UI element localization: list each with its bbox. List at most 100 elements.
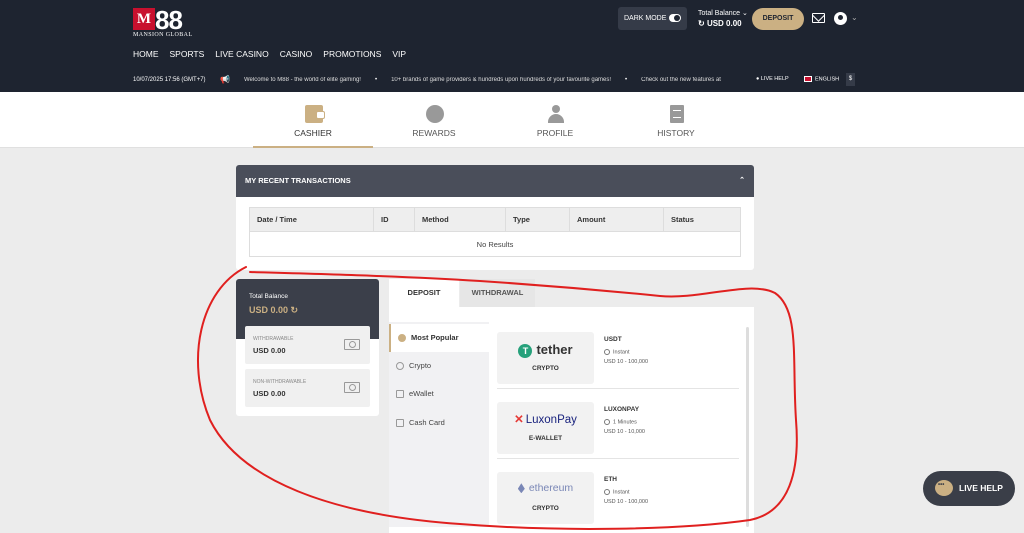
header-balance-value: ↻ USD 0.00 [698,19,742,28]
tab-label: REWARDS [412,128,456,138]
ticker-message: Check out the new features at [641,77,721,83]
total-balance-value: USD 0.00 ↻ [249,305,299,315]
transactions-table: Date / Time ID Method Type Amount Status… [249,207,741,257]
header-live-help-link[interactable]: ● LIVE HELP [756,76,789,82]
tab-label: CASHIER [294,128,332,138]
deposit-panel: Most Popular Crypto eWallet Cash Card Tt… [389,307,754,533]
clock-icon [604,349,610,355]
luxon-x-icon: ✕ [514,414,524,426]
ethereum-icon [517,483,525,494]
coins-icon [426,105,444,123]
clock-icon [604,489,610,495]
announcement-ticker: Welcome to M88 - the world of elite gami… [244,77,721,83]
main-nav: HOME SPORTS LIVE CASINO CASINO PROMOTION… [133,49,417,59]
column-header: Amount [569,207,664,232]
non-withdrawable-block: NON-WITHDRAWABLE USD 0.00 [245,369,370,407]
withdrawable-block: WITHDRAWABLE USD 0.00 [245,326,370,364]
clock-icon [604,419,610,425]
nav-promotions[interactable]: PROMOTIONS [323,49,381,59]
account-tabs: CASHIER REWARDS PROFILE HISTORY [0,92,1024,148]
method-speed: Instant [604,489,648,495]
method-range: USD 10 - 10,000 [604,429,645,436]
logo-mark: M [133,8,155,30]
currency-button[interactable]: $ [846,73,855,86]
m88-logo[interactable]: M 88 MANSION GLOBAL [133,5,195,42]
menu-cash-card[interactable]: Cash Card [389,409,489,437]
transactions-header[interactable]: MY RECENT TRANSACTIONS ⌃ [236,165,754,197]
ticker-message: Welcome to M88 - the world of elite gami… [244,77,361,83]
profile-icon [547,105,565,123]
tab-deposit[interactable]: DEPOSIT [389,279,459,307]
method-category: CRYPTO [532,365,559,372]
datetime-display: 10/07/2025 17:56 (GMT+7) [133,77,206,83]
uk-flag-icon [804,76,812,82]
tab-rewards[interactable]: REWARDS [374,92,494,148]
balance-card: Total Balance USD 0.00 ↻ WITHDRAWABLE US… [236,279,379,416]
empty-results: No Results [249,231,741,257]
method-list-scrollbar[interactable] [746,327,749,527]
nav-home[interactable]: HOME [133,49,159,59]
payment-method-row[interactable]: ethereum CRYPTO ETH Instant USD 10 - 100… [497,462,739,529]
tab-label: PROFILE [536,128,574,138]
user-account-icon[interactable] [834,12,847,25]
tether-icon: T [518,343,533,358]
chat-bubble-icon [935,480,953,496]
payment-method-card-luxonpay[interactable]: ✕ LuxonPay E-WALLET [497,402,594,454]
locked-cash-icon [344,382,360,393]
wallet-icon [305,105,325,123]
method-category: E-WALLET [528,435,563,442]
refresh-icon[interactable]: ↻ [291,305,299,315]
payment-method-row[interactable]: Ttether CRYPTO USDT Instant USD 10 - 100… [497,322,739,389]
column-header: Status [663,207,741,232]
payment-category-menu: Most Popular Crypto eWallet Cash Card [389,322,489,527]
header-deposit-button[interactable]: DEPOSIT [752,8,804,30]
ethereum-logo: ethereum [497,482,594,494]
transactions-title: MY RECENT TRANSACTIONS [245,176,351,185]
header-balance-label[interactable]: Total Balance ⌄ [698,9,748,17]
method-name: LUXONPAY [604,406,640,413]
method-name: ETH [604,476,617,483]
dark-mode-toggle[interactable]: DARK MODE [618,7,687,30]
crypto-coin-icon [396,362,404,370]
method-name: USDT [604,336,622,343]
menu-ewallet[interactable]: eWallet [389,380,489,408]
method-info: LUXONPAY 1 Minutes USD 10 - 10,000 [604,406,645,435]
logo-subtitle: MANSION GLOBAL [133,32,193,38]
method-info: ETH Instant USD 10 - 100,000 [604,476,648,505]
menu-crypto[interactable]: Crypto [389,352,489,380]
nav-vip[interactable]: VIP [392,49,406,59]
menu-most-popular[interactable]: Most Popular [389,324,489,352]
toggle-switch-icon[interactable] [669,14,681,22]
method-range: USD 10 - 100,000 [604,359,649,366]
tab-cashier[interactable]: CASHIER [253,92,373,148]
method-speed: Instant [604,349,648,355]
collapse-caret-icon[interactable]: ⌃ [739,165,745,197]
top-header: M 88 MANSION GLOBAL DARK MODE Total Bala… [0,0,1024,92]
nav-live-casino[interactable]: LIVE CASINO [215,49,268,59]
dark-mode-label: DARK MODE [624,15,667,22]
column-header: Type [505,207,570,232]
nav-casino[interactable]: CASINO [280,49,313,59]
tab-history[interactable]: HISTORY [616,92,736,148]
payment-method-row[interactable]: ✕ LuxonPay E-WALLET LUXONPAY 1 Minutes US… [497,392,739,459]
live-help-button[interactable]: LIVE HELP [923,471,1015,506]
nav-sports[interactable]: SPORTS [170,49,205,59]
tab-profile[interactable]: PROFILE [495,92,615,148]
payment-method-card-eth[interactable]: ethereum CRYPTO [497,472,594,524]
live-help-label: LIVE HELP [959,483,1003,493]
speaker-icon: 📢 [220,75,230,84]
payment-method-card-usdt[interactable]: Ttether CRYPTO [497,332,594,384]
ticker-message: 10+ brands of game providers & hundreds … [391,77,612,83]
chevron-down-icon[interactable]: ⌄ [851,13,858,22]
method-range: USD 10 - 100,000 [604,499,649,506]
method-category: CRYPTO [532,505,559,512]
card-icon [396,419,404,427]
language-selector[interactable]: ENGLISH [804,76,839,82]
mail-icon[interactable] [812,13,825,23]
history-icon [670,105,684,123]
wallet-icon [396,390,404,398]
tether-logo: Ttether [497,342,594,358]
tab-withdrawal[interactable]: WITHDRAWAL [460,279,535,307]
star-icon [398,334,406,342]
method-info: USDT Instant USD 10 - 100,000 [604,336,648,365]
